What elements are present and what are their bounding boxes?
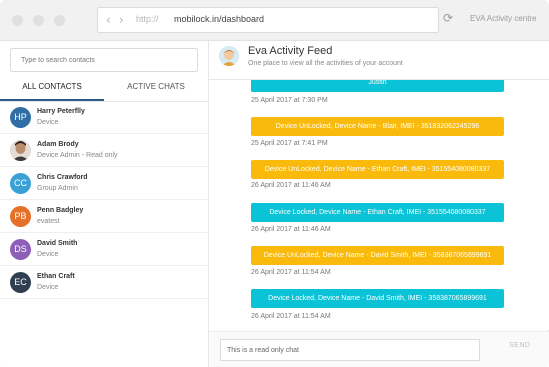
activity-message-locked: Justin: [251, 80, 504, 92]
tab-all-contacts[interactable]: ALL CONTACTS: [0, 77, 104, 101]
reload-icon[interactable]: ⟳: [443, 11, 453, 25]
activity-feed: Justin 25 April 2017 at 7:30 PM Device U…: [209, 80, 549, 330]
feed-title: Eva Activity Feed: [248, 45, 333, 57]
eva-mascot-icon: [219, 46, 239, 66]
contact-role: evatest: [37, 218, 60, 225]
window-dot-maximize[interactable]: [54, 15, 65, 26]
address-bar[interactable]: ‹ › http:// mobilock.in/dashboard: [97, 7, 439, 33]
contact-role: Device: [37, 284, 59, 291]
send-button[interactable]: SEND: [509, 342, 530, 349]
compose-bar: This is a read only chat SEND: [209, 331, 549, 367]
avatar: HP: [10, 107, 31, 128]
activity-message-unlocked: Device UnLocked, Device Name - Ethan Cra…: [251, 160, 504, 179]
chat-input[interactable]: This is a read only chat: [220, 339, 480, 361]
contact-item[interactable]: DS David Smith Device: [0, 233, 208, 266]
contact-name: Penn Badgley: [37, 207, 84, 214]
contact-name: David Smith: [37, 240, 78, 247]
contact-name: Harry Peterflly: [37, 108, 85, 115]
contact-item[interactable]: EC Ethan Craft Device: [0, 266, 208, 299]
eva-avatar: [219, 46, 239, 66]
contact-name: Ethan Craft: [37, 273, 75, 280]
contact-name: Adam Brody: [37, 141, 79, 148]
activity-timestamp: 25 April 2017 at 7:41 PM: [251, 140, 328, 147]
person-photo-icon: [10, 140, 31, 161]
avatar: DS: [10, 239, 31, 260]
activity-timestamp: 26 April 2017 at 11:54 AM: [251, 313, 331, 320]
chevron-right-icon[interactable]: ›: [119, 13, 124, 27]
contact-role: Device: [37, 251, 59, 258]
activity-timestamp: 25 April 2017 at 7:30 PM: [251, 97, 328, 104]
url-protocol: http://: [136, 14, 159, 24]
avatar: CC: [10, 173, 31, 194]
contact-name: Chris Crawford: [37, 174, 88, 181]
avatar: PB: [10, 206, 31, 227]
search-input[interactable]: [19, 56, 193, 65]
avatar-photo: [10, 140, 31, 161]
activity-message-unlocked: Device UnLocked, Device Name - Blair, IM…: [251, 117, 504, 136]
activity-timestamp: 26 April 2017 at 11:46 AM: [251, 182, 331, 189]
feed-subtitle: One place to view all the activities of …: [248, 60, 403, 67]
contacts-sidebar: ALL CONTACTS ACTIVE CHATS HP Harry Peter…: [0, 41, 209, 367]
contact-item[interactable]: CC Chris Crawford Group Admin: [0, 167, 208, 200]
contact-item[interactable]: PB Penn Badgley evatest: [0, 200, 208, 233]
contact-item[interactable]: HP Harry Peterflly Device: [0, 101, 208, 134]
activity-message-locked: Device Locked, Device Name - Ethan Craft…: [251, 203, 504, 222]
activity-message-locked: Device Locked, Device Name - David Smith…: [251, 289, 504, 308]
window-dot-close[interactable]: [12, 15, 23, 26]
app-window: ‹ › http:// mobilock.in/dashboard ⟳ EVA …: [0, 0, 549, 367]
url-text[interactable]: mobilock.in/dashboard: [174, 14, 264, 24]
contact-item[interactable]: Adam Brody Device Admin - Read only: [0, 134, 208, 167]
contact-role: Device Admin - Read only: [37, 152, 118, 159]
window-dot-minimize[interactable]: [33, 15, 44, 26]
activity-timestamp: 26 April 2017 at 11:46 AM: [251, 226, 331, 233]
contact-role: Device: [37, 119, 59, 126]
avatar: EC: [10, 272, 31, 293]
contact-role: Group Admin: [37, 185, 78, 192]
tab-active-chats[interactable]: ACTIVE CHATS: [104, 77, 208, 101]
browser-toolbar: ‹ › http:// mobilock.in/dashboard ⟳ EVA …: [0, 0, 549, 41]
activity-timestamp: 26 April 2017 at 11:54 AM: [251, 269, 331, 276]
feed-header: Eva Activity Feed One place to view all …: [209, 41, 549, 80]
contacts-tabs: ALL CONTACTS ACTIVE CHATS: [0, 77, 208, 102]
tab-title[interactable]: EVA Activity centre: [470, 14, 537, 23]
chevron-left-icon[interactable]: ‹: [106, 13, 111, 27]
search-box[interactable]: [10, 48, 198, 72]
activity-message-unlocked: Device UnLocked, Device Name - David Smi…: [251, 246, 504, 265]
